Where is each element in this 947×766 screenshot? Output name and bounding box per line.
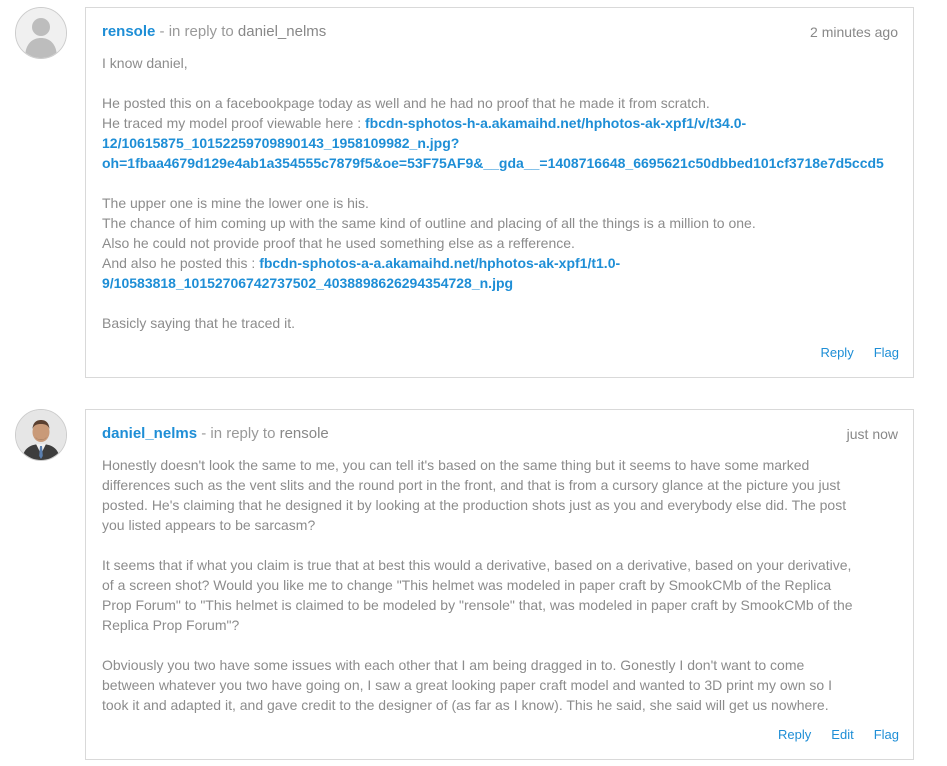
reply-button[interactable]: Reply: [778, 727, 811, 742]
comment-text-line: He traced my model proof viewable here :…: [102, 115, 747, 131]
parent-author-link[interactable]: daniel_nelms: [238, 23, 326, 40]
flag-button[interactable]: Flag: [874, 345, 899, 360]
flag-button[interactable]: Flag: [874, 727, 899, 742]
parent-author-link[interactable]: rensole: [280, 425, 329, 442]
comment-actions: Reply Flag: [800, 345, 899, 360]
comment-header: rensole - in reply to daniel_nelms 2 min…: [102, 23, 898, 43]
comment-text-line: posted. He's claiming that he designed i…: [102, 497, 847, 513]
in-reply-to-label: - in reply to: [155, 23, 238, 40]
reply-button[interactable]: Reply: [820, 345, 853, 360]
url-link[interactable]: 9/10583818_10152706742737502_40388986262…: [102, 275, 513, 291]
comment-text-line: differences such as the vent slits and t…: [102, 477, 841, 493]
comment-text-line: Honestly doesn't look the same to me, yo…: [102, 457, 810, 473]
author-link[interactable]: daniel_nelms: [102, 425, 197, 442]
comment-text-line: I know daniel,: [102, 55, 188, 71]
comment-text-line: He posted this on a facebookpage today a…: [102, 95, 710, 111]
comment-body: Honestly doesn't look the same to me, yo…: [102, 455, 913, 715]
url-link[interactable]: fbcdn-sphotos-a-a.akamaihd.net/hphotos-a…: [259, 255, 620, 271]
comment-text-line: Also he could not provide proof that he …: [102, 235, 575, 251]
comment-text-line: Prop Forum" to "This helmet is claimed t…: [102, 597, 853, 613]
url-link[interactable]: 12/10615875_10152259709890143_1958109982…: [102, 135, 459, 151]
edit-button[interactable]: Edit: [831, 727, 853, 742]
comment-timestamp[interactable]: 2 minutes ago: [810, 24, 898, 40]
comment-text-line: between whatever you two have going on, …: [102, 677, 832, 693]
comment-text-line: you listed appears to be sarcasm?: [102, 517, 316, 533]
comment-actions: Reply Edit Flag: [758, 727, 899, 742]
comment-text-line: The upper one is mine the lower one is h…: [102, 195, 369, 211]
comment-text-line: The chance of him coming up with the sam…: [102, 215, 756, 231]
comment-text-line: Obviously you two have some issues with …: [102, 657, 805, 673]
in-reply-to-label: - in reply to: [197, 425, 280, 442]
avatar-photo-icon[interactable]: [15, 409, 67, 461]
comment-card: daniel_nelms - in reply to rensole just …: [85, 409, 914, 760]
comment-card: rensole - in reply to daniel_nelms 2 min…: [85, 7, 914, 378]
comment-text-line: took it and adapted it, and gave credit …: [102, 697, 829, 713]
comment-text-line: of a screen shot? Would you like me to c…: [102, 577, 832, 593]
comment-body: I know daniel, He posted this on a faceb…: [102, 53, 913, 333]
comment-text-line: It seems that if what you claim is true …: [102, 557, 852, 573]
avatar-default-icon[interactable]: [15, 7, 67, 59]
comment-timestamp[interactable]: just now: [847, 426, 898, 442]
url-link[interactable]: fbcdn-sphotos-h-a.akamaihd.net/hphotos-a…: [365, 115, 746, 131]
url-link[interactable]: oh=1fbaa4679d129e4ab1a354555c7879f5&oe=5…: [102, 155, 884, 171]
comment-text-line: And also he posted this : fbcdn-sphotos-…: [102, 255, 621, 271]
comment-header: daniel_nelms - in reply to rensole just …: [102, 425, 898, 445]
comment-text-line: Replica Prop Forum"?: [102, 617, 240, 633]
author-link[interactable]: rensole: [102, 23, 155, 40]
comment-text-line: Basicly saying that he traced it.: [102, 315, 295, 331]
